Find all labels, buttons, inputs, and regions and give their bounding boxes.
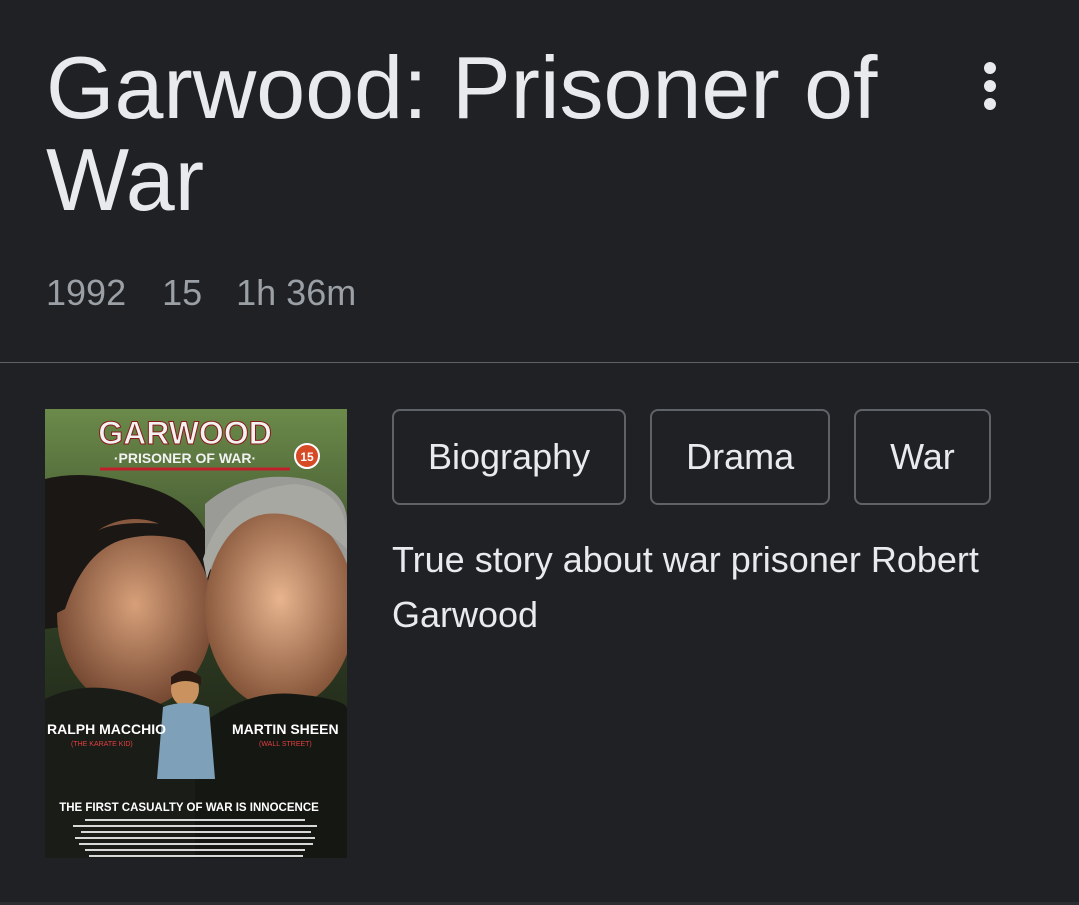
genre-chip-biography[interactable]: Biography — [392, 409, 627, 505]
poster-actor-left-credit: (THE KARATE KID) — [71, 741, 133, 748]
genre-chip-drama[interactable]: Drama — [650, 409, 831, 505]
age-rating: 15 — [162, 272, 203, 313]
runtime: 1h 36m — [236, 272, 357, 313]
poster-artwork: GARWOOD ·PRISONER OF WAR· 15 RALPH MACCH… — [45, 409, 347, 858]
page-title: Garwood: Prisoner of War — [46, 38, 878, 229]
poster-actor-right: MARTIN SHEEN — [232, 721, 339, 737]
poster-headline: GARWOOD — [98, 415, 272, 451]
genre-chips: Biography Drama War — [392, 409, 991, 505]
release-year: 1992 — [46, 272, 127, 313]
divider — [0, 362, 1079, 363]
poster-actor-right-credit: (WALL STREET) — [259, 741, 312, 748]
title-header: Garwood: Prisoner of War 1992 15 1h 36m — [0, 0, 1079, 363]
movie-poster[interactable]: GARWOOD ·PRISONER OF WAR· 15 RALPH MACCH… — [45, 409, 347, 858]
more-options-button[interactable] — [960, 52, 1020, 120]
poster-age-badge: 15 — [300, 450, 314, 464]
genre-chip-war[interactable]: War — [854, 409, 991, 505]
movie-meta: 1992 15 1h 36m — [46, 272, 356, 314]
poster-tagline: THE FIRST CASUALTY OF WAR IS INNOCENCE — [59, 802, 319, 814]
more-vert-icon — [984, 62, 996, 110]
poster-actor-left: RALPH MACCHIO — [47, 721, 166, 737]
movie-description: True story about war prisoner Robert Gar… — [392, 539, 979, 635]
poster-subheadline: ·PRISONER OF WAR· — [114, 450, 256, 466]
